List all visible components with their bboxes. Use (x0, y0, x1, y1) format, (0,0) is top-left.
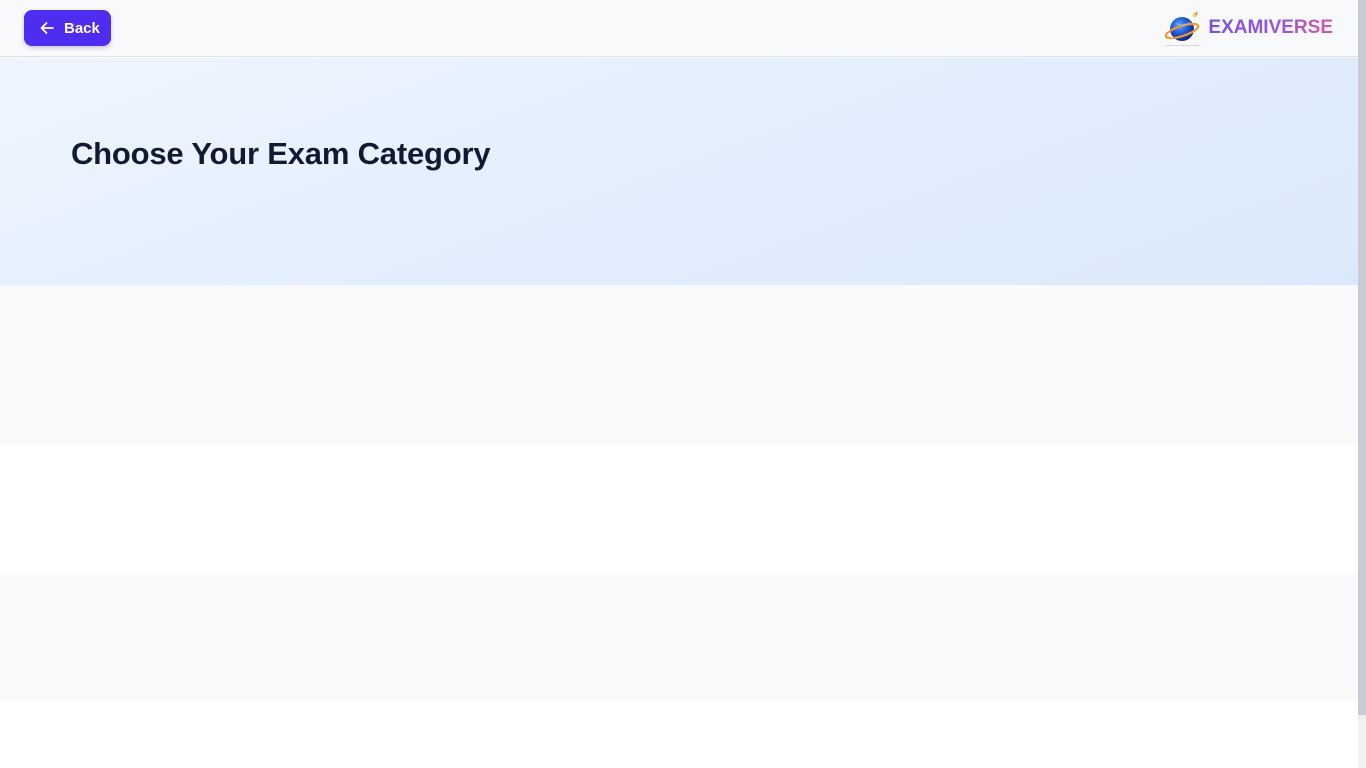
vertical-scrollbar[interactable] (1358, 0, 1366, 768)
category-section-4 (0, 701, 1358, 768)
category-section-3 (0, 573, 1358, 701)
arrow-left-icon (39, 20, 55, 36)
top-header: Back EXAMIVERSE (0, 0, 1358, 57)
viewport: Back EXAMIVERSE Choose Your Exam Categor… (0, 0, 1366, 768)
hero-section: Choose Your Exam Category (0, 58, 1358, 285)
back-button-label: Back (64, 19, 100, 37)
category-section-2 (0, 445, 1358, 573)
scrollbar-thumb[interactable] (1358, 0, 1366, 715)
page: Back EXAMIVERSE Choose Your Exam Categor… (0, 0, 1358, 768)
page-title: Choose Your Exam Category (71, 136, 491, 171)
brand[interactable]: EXAMIVERSE (1164, 10, 1333, 46)
back-button[interactable]: Back (24, 10, 111, 46)
brand-name: EXAMIVERSE (1208, 17, 1333, 38)
planet-rocket-logo-icon (1164, 10, 1202, 46)
category-section-1 (0, 285, 1358, 445)
